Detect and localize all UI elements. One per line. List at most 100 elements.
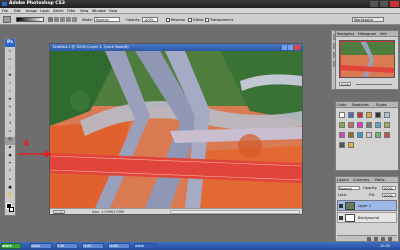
opacity-input[interactable]: 100% (142, 17, 158, 22)
mode-select[interactable]: Normal (94, 17, 120, 22)
menu-filter[interactable]: Filter (67, 9, 76, 13)
style-swatch[interactable] (384, 132, 390, 138)
style-swatch[interactable] (348, 112, 354, 118)
transparency-checkbox[interactable] (205, 18, 209, 22)
image-canvas[interactable] (50, 51, 302, 208)
taskbar-item-active[interactable]: Adob (134, 243, 156, 249)
style-swatch[interactable] (384, 122, 390, 128)
style-swatch[interactable] (384, 112, 390, 118)
menu-layer[interactable]: Layer (40, 9, 50, 13)
taskbar-item[interactable]: Adob (30, 243, 52, 249)
doc-close-button[interactable] (294, 45, 300, 50)
tab-styles[interactable]: Styles (376, 103, 387, 107)
menu-select[interactable]: Select (53, 9, 64, 13)
slice-tool-icon[interactable]: ∕ (5, 89, 15, 97)
menu-image[interactable]: Image (26, 9, 37, 13)
new-layer-icon[interactable] (381, 237, 385, 241)
brush-tool-icon[interactable]: ✎ (5, 105, 15, 113)
workspace-button[interactable]: Workspace (352, 17, 384, 22)
diamond-gradient-icon[interactable] (72, 17, 77, 22)
layer-row[interactable]: Background (337, 212, 397, 223)
tab-color[interactable]: Color (337, 103, 346, 107)
lasso-tool-icon[interactable]: ◌ (5, 65, 15, 73)
tab-layers[interactable]: Layers (337, 178, 349, 182)
layer-row[interactable]: Layer 1 (337, 200, 397, 211)
add-mask-icon[interactable] (374, 237, 378, 241)
blend-mode-select[interactable]: Normal (338, 186, 360, 191)
eye-icon[interactable] (339, 204, 343, 208)
move-tool-icon[interactable]: ↖ (5, 49, 15, 57)
menu-view[interactable]: View (80, 9, 88, 13)
type-tool-icon[interactable]: T (5, 169, 15, 177)
menu-edit[interactable]: Edit (14, 9, 21, 13)
eye-icon[interactable] (339, 216, 343, 220)
dodge-tool-icon[interactable]: ● (5, 153, 15, 161)
blur-tool-icon[interactable]: ◆ (5, 145, 15, 153)
hand-tool-icon[interactable]: ✋ (5, 193, 15, 201)
gradient-tool-selected-icon[interactable]: ▤ (5, 137, 15, 145)
marquee-tool-icon[interactable]: ▭ (5, 57, 15, 65)
style-swatch[interactable] (339, 132, 345, 138)
close-button[interactable] (390, 1, 399, 7)
angle-gradient-icon[interactable] (60, 17, 65, 22)
maximize-button[interactable] (380, 1, 388, 7)
style-swatch[interactable] (339, 122, 345, 128)
tab-paths[interactable]: Paths (375, 178, 385, 182)
magic-wand-tool-icon[interactable]: ✱ (5, 73, 15, 81)
style-swatch[interactable] (348, 122, 354, 128)
start-button[interactable]: start (1, 243, 21, 249)
pen-tool-icon[interactable]: ✒ (5, 161, 15, 169)
photoshop-logo[interactable]: Ps (5, 39, 15, 47)
crop-tool-icon[interactable]: ⌗ (5, 81, 15, 89)
path-selection-tool-icon[interactable]: ▸ (5, 177, 15, 185)
gradient-picker[interactable] (16, 17, 44, 22)
style-swatch[interactable] (366, 132, 372, 138)
style-swatch[interactable] (357, 122, 363, 128)
taskbar-item[interactable]: Untitl (108, 243, 130, 249)
tab-navigator[interactable]: Navigator (337, 32, 354, 36)
style-swatch[interactable] (375, 122, 381, 128)
style-swatch[interactable] (357, 132, 363, 138)
tab-swatches[interactable]: Swatches (352, 103, 369, 107)
link-layers-icon[interactable] (367, 237, 371, 241)
layer-opacity-input[interactable]: 100% (382, 186, 396, 191)
eraser-tool-icon[interactable]: ▱ (5, 129, 15, 137)
fill-input[interactable]: 100% (382, 193, 396, 198)
menu-window[interactable]: Window (92, 9, 106, 13)
style-swatch[interactable] (375, 112, 381, 118)
tab-info[interactable]: Info (380, 32, 387, 36)
trash-icon[interactable] (388, 237, 392, 241)
style-swatch[interactable] (366, 122, 372, 128)
reverse-checkbox[interactable] (166, 18, 170, 22)
dither-checkbox[interactable] (188, 18, 192, 22)
style-swatch[interactable] (348, 132, 354, 138)
tab-channels[interactable]: Channels (353, 178, 369, 182)
linear-gradient-icon[interactable] (48, 17, 53, 22)
healing-brush-tool-icon[interactable]: ✚ (5, 97, 15, 105)
style-swatch[interactable] (348, 142, 354, 148)
style-swatch[interactable] (339, 142, 345, 148)
taskbar-item[interactable]: Untit (82, 243, 104, 249)
background-color-swatch[interactable] (9, 207, 14, 212)
taskbar-item[interactable]: 5 Mi (56, 243, 78, 249)
style-swatch[interactable] (366, 112, 372, 118)
shape-tool-icon[interactable]: ■ (5, 185, 15, 193)
tab-histogram[interactable]: Histogram (358, 32, 376, 36)
navigator-preview[interactable] (339, 40, 395, 78)
style-swatch[interactable] (357, 112, 363, 118)
style-swatch[interactable] (339, 112, 345, 118)
document-title-bar[interactable]: Untitled-1 @ 100% (Layer 1, Quick Mask/8… (50, 44, 302, 51)
zoom-field[interactable]: 100% (53, 210, 65, 215)
doc-minimize-button[interactable] (282, 45, 287, 50)
style-swatch[interactable] (375, 132, 381, 138)
doc-maximize-button[interactable] (288, 45, 293, 50)
history-brush-tool-icon[interactable]: ↺ (5, 121, 15, 129)
navigator-zoom-slider[interactable] (356, 84, 392, 85)
gradient-tool-icon[interactable] (3, 16, 11, 23)
menu-help[interactable]: Help (109, 9, 117, 13)
clone-stamp-tool-icon[interactable]: ⚲ (5, 113, 15, 121)
reflected-gradient-icon[interactable] (66, 17, 71, 22)
navigator-zoom[interactable]: 100% (339, 82, 351, 87)
radial-gradient-icon[interactable] (54, 17, 59, 22)
horizontal-scrollbar[interactable] (170, 210, 300, 214)
